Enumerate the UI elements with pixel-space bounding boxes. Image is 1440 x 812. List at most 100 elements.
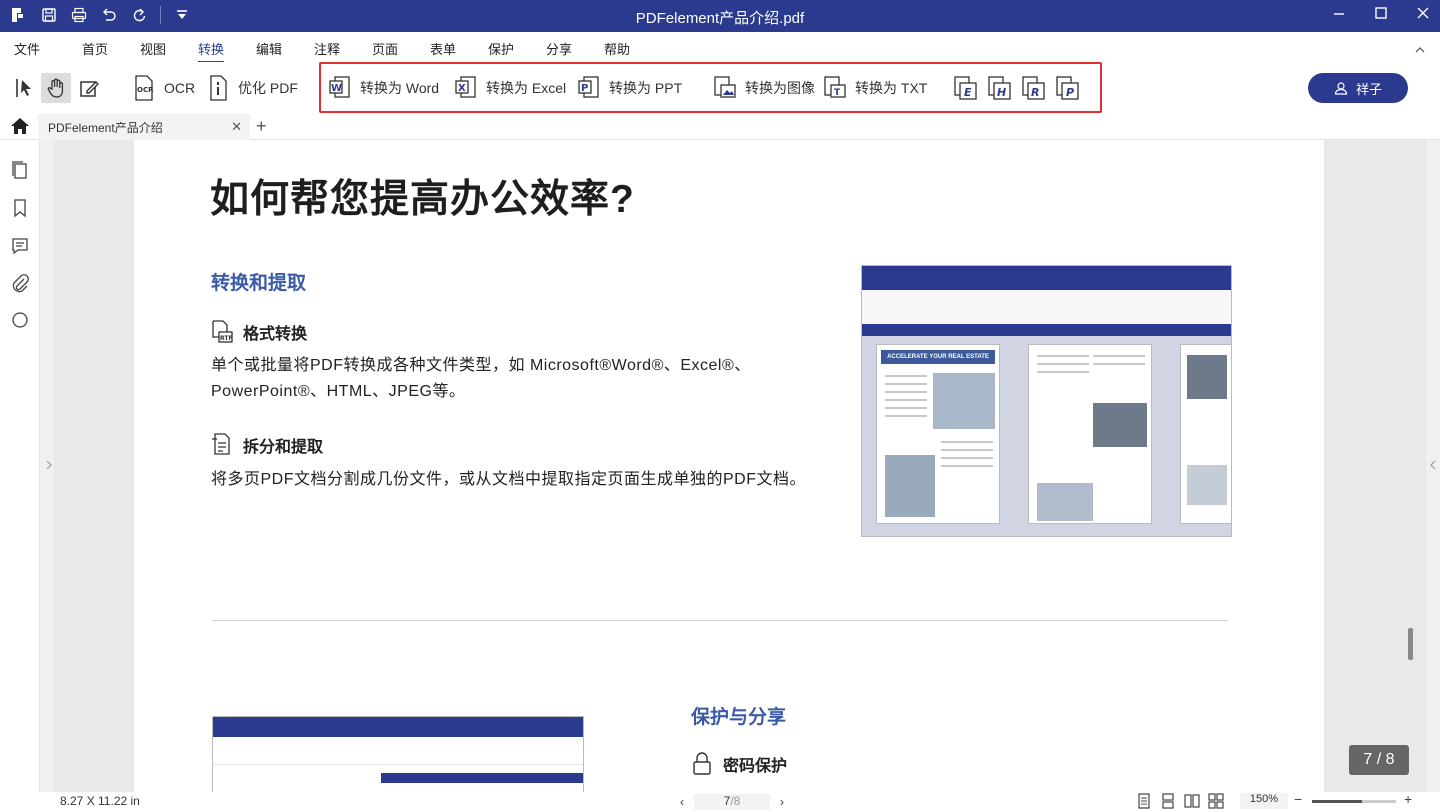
view-mode-group (1136, 793, 1224, 812)
two-page-view-icon[interactable] (1184, 793, 1200, 812)
user-icon (1334, 82, 1348, 95)
product-screenshot-protect (212, 716, 584, 792)
screenshot-banner: ACCELERATE YOUR REAL ESTATE DEALS (881, 350, 995, 364)
title-bar: PDFelement产品介绍.pdf (0, 0, 1440, 32)
menu-page[interactable]: 页面 (372, 39, 398, 58)
user-account-button[interactable]: 祥子 (1308, 73, 1408, 103)
left-panel-handle[interactable] (40, 140, 54, 792)
close-icon[interactable] (1416, 6, 1430, 25)
screenshot-titlebar (862, 266, 1231, 290)
section-heading-convert: 转换和提取 (211, 273, 307, 294)
screenshot-titlebar (213, 717, 583, 737)
feature-split-text: 将多页PDF文档分割成几份文件，或从文档中提取指定页面生成单独的PDF文档。 (211, 471, 807, 488)
tab-document-label: PDFelement产品介绍 (48, 121, 163, 135)
feature-password-title: 密码保护 (723, 758, 788, 775)
lock-icon (693, 752, 711, 775)
feature-format-title: 格式转换 (243, 326, 308, 343)
close-tab-icon[interactable]: ✕ (231, 119, 242, 135)
menu-comment[interactable]: 注释 (314, 39, 340, 58)
feature-heading-password: 密码保护 (691, 752, 787, 776)
feature-heading-split: 拆分和提取 (211, 433, 323, 457)
hand-tool-button[interactable] (41, 73, 71, 103)
feature-heading-format: RTF 格式转换 (211, 320, 307, 344)
menu-help[interactable]: 帮助 (604, 39, 630, 58)
screenshot-image (1187, 465, 1227, 505)
menu-form[interactable]: 表单 (430, 39, 456, 58)
edit-tool-button[interactable] (74, 74, 104, 102)
minimize-icon[interactable] (1332, 6, 1346, 25)
maximize-icon[interactable] (1374, 6, 1388, 25)
user-name: 祥子 (1355, 81, 1382, 97)
screenshot-image (1187, 355, 1227, 399)
section-heading-protect: 保护与分享 (691, 707, 787, 728)
zoom-slider[interactable] (1312, 800, 1396, 803)
attachment-icon[interactable] (10, 273, 30, 293)
menu-home[interactable]: 首页 (82, 39, 108, 58)
document-canvas[interactable]: 如何帮您提高办公效率? 转换和提取 RTF 格式转换 单个或批量将PDF转换成各… (54, 140, 1426, 792)
continuous-view-icon[interactable] (1160, 793, 1176, 812)
screenshot-page-1: ACCELERATE YOUR REAL ESTATE DEALS (876, 344, 1000, 524)
svg-text:OCR: OCR (137, 86, 154, 94)
select-tool-button[interactable] (10, 74, 40, 102)
right-panel-handle[interactable] (1426, 140, 1440, 792)
zoom-level[interactable]: 150% (1240, 793, 1288, 809)
document-tab-bar: PDFelement产品介绍 ✕ + (0, 114, 1440, 140)
prev-page-icon[interactable]: ‹ (680, 795, 684, 809)
split-extract-icon (212, 433, 230, 455)
total-pages: /8 (730, 794, 741, 808)
vertical-scrollbar[interactable] (1408, 628, 1413, 660)
feature-format-line1: 单个或批量将PDF转换成各种文件类型，如 Microsoft®Word®、Exc… (211, 357, 751, 374)
product-screenshot-convert: ACCELERATE YOUR REAL ESTATE DEALS (861, 265, 1232, 537)
chevron-up-icon[interactable] (1414, 42, 1426, 60)
screenshot-image (885, 455, 935, 517)
home-icon[interactable] (10, 117, 30, 140)
page-title: 如何帮您提高办公效率? (210, 178, 635, 221)
optimize-label: 优化 PDF (238, 80, 298, 96)
tab-document[interactable]: PDFelement产品介绍 ✕ (38, 114, 250, 140)
zoom-out-icon[interactable]: − (1294, 791, 1302, 807)
new-tab-icon[interactable]: + (256, 116, 267, 137)
screenshot-image (1093, 403, 1147, 447)
left-sidebar (0, 140, 40, 792)
zoom-in-icon[interactable]: + (1404, 791, 1412, 807)
section-divider (212, 620, 1228, 621)
menu-bar: 文件 首页 视图 转换 编辑 注释 页面 表单 保护 分享 帮助 (0, 32, 1440, 63)
page-indicator-badge: 7 / 8 (1349, 745, 1409, 775)
menu-convert[interactable]: 转换 (198, 39, 225, 63)
page-number-box[interactable]: 7/8 (694, 794, 770, 810)
screenshot-toolbar (862, 290, 1231, 324)
svg-text:RTF: RTF (220, 335, 233, 342)
screenshot-page-3 (1180, 344, 1231, 524)
screenshot-image (933, 373, 995, 429)
menu-file[interactable]: 文件 (14, 39, 40, 58)
thumbnails-icon[interactable] (10, 160, 30, 180)
format-convert-icon: RTF (212, 320, 233, 343)
ocr-button[interactable]: OCR OCR (132, 74, 195, 102)
zoom-slider-fill (1312, 800, 1363, 803)
cursor-icon (10, 73, 40, 103)
menu-edit[interactable]: 编辑 (256, 39, 282, 58)
comment-icon[interactable] (10, 236, 30, 256)
ocr-icon: OCR (135, 75, 154, 101)
search-icon[interactable] (10, 310, 30, 330)
next-page-icon[interactable]: › (780, 795, 784, 809)
optimize-icon (210, 75, 227, 101)
hand-icon (41, 73, 71, 103)
optimize-pdf-button[interactable]: 优化 PDF (206, 74, 298, 102)
page-size-label: 8.27 X 11.22 in (60, 794, 140, 808)
menu-view[interactable]: 视图 (140, 39, 166, 58)
single-page-view-icon[interactable] (1136, 793, 1152, 812)
edit-icon (74, 73, 104, 103)
screenshot-toolbar (213, 737, 583, 765)
screenshot-tabbar (862, 324, 1231, 336)
window-title: PDFelement产品介绍.pdf (635, 10, 805, 27)
menu-protect[interactable]: 保护 (488, 39, 514, 58)
page-navigation: ‹ 7/8 › (680, 794, 784, 810)
pdf-page: 如何帮您提高办公效率? 转换和提取 RTF 格式转换 单个或批量将PDF转换成各… (134, 140, 1324, 792)
two-page-continuous-view-icon[interactable] (1208, 793, 1224, 812)
bookmark-icon[interactable] (10, 198, 30, 218)
ocr-label: OCR (164, 80, 196, 96)
menu-share[interactable]: 分享 (546, 39, 572, 58)
status-bar: 8.27 X 11.22 in ‹ 7/8 › 150% − + (0, 791, 1440, 812)
convert-highlight-box (319, 62, 1102, 113)
